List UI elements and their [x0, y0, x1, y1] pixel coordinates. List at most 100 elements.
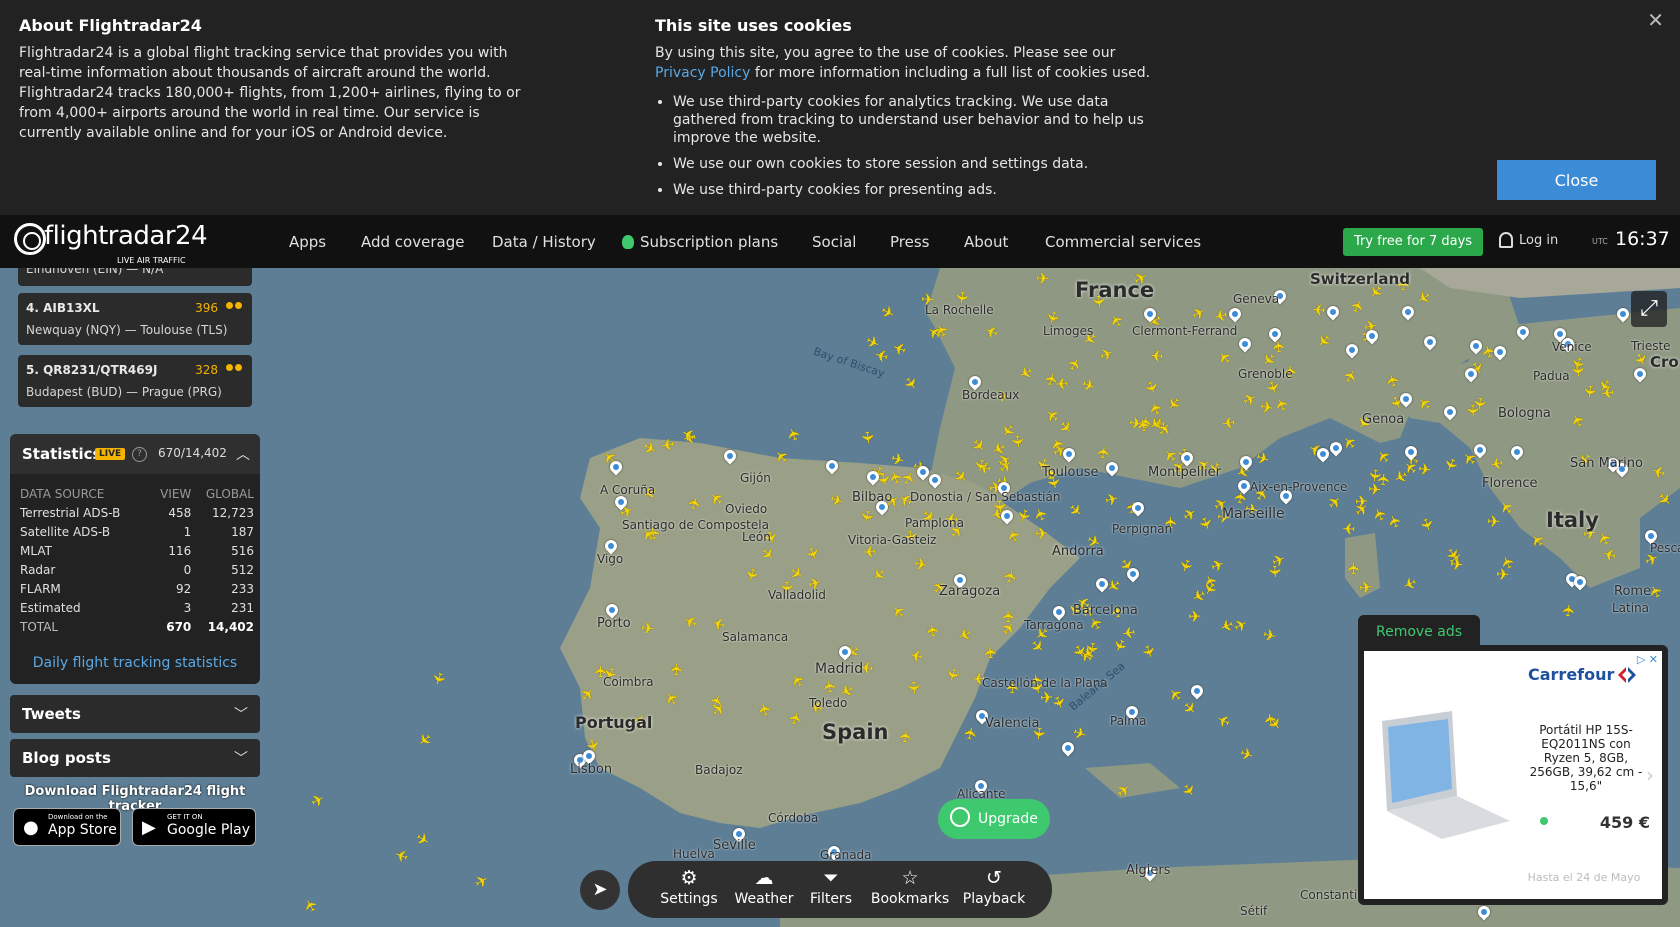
- airport-pin-dot: [1575, 577, 1585, 587]
- aircraft-icon[interactable]: ✈: [1221, 412, 1237, 432]
- aircraft-icon[interactable]: ✈: [1188, 607, 1202, 626]
- aircraft-icon[interactable]: ✈: [1568, 364, 1588, 379]
- privacy-policy-link[interactable]: Privacy Policy: [655, 65, 750, 81]
- weather-button[interactable]: ☁ Weather: [732, 867, 796, 913]
- aircraft-icon[interactable]: ✈: [1055, 374, 1069, 393]
- aircraft-icon[interactable]: ✈: [1487, 511, 1501, 530]
- logo[interactable]: flightradar24 LIVE AIR TRAFFIC: [14, 221, 208, 265]
- city-label: Rome: [1614, 584, 1652, 599]
- aircraft-icon[interactable]: ✈: [1034, 524, 1048, 544]
- aircraft-icon[interactable]: ✈: [667, 662, 686, 676]
- locate-me-button[interactable]: ➤: [580, 870, 620, 910]
- nav-social[interactable]: Social: [812, 233, 856, 251]
- aircraft-icon[interactable]: ✈: [922, 622, 943, 638]
- top-navbar: flightradar24 LIVE AIR TRAFFIC Apps Add …: [0, 215, 1680, 268]
- city-label: Pescara: [1650, 541, 1680, 555]
- aircraft-icon[interactable]: ✈: [904, 680, 924, 695]
- aircraft-icon[interactable]: ✈: [1354, 492, 1368, 512]
- city-label: Toulouse: [1042, 465, 1099, 480]
- aircraft-icon[interactable]: ✈: [1600, 382, 1616, 402]
- playback-button[interactable]: ↺ Playback: [958, 867, 1030, 913]
- aircraft-icon[interactable]: ✈: [981, 645, 1001, 660]
- aircraft-icon[interactable]: ✈: [820, 678, 841, 694]
- most-tracked-flight-card[interactable]: 5. QR8231/QTR469J 328 Budapest (BUD) — P…: [18, 355, 252, 407]
- try-free-button[interactable]: Try free for 7 days: [1343, 228, 1483, 256]
- aircraft-icon[interactable]: ✈: [1559, 603, 1579, 618]
- bottom-toolbar: ⚙ Settings ☁ Weather ⏷ Filters ☆ Bookmar…: [628, 861, 1052, 918]
- chevron-right-icon[interactable]: ›: [1646, 763, 1654, 787]
- aircraft-icon[interactable]: ✈: [1367, 480, 1382, 500]
- most-tracked-flight-card[interactable]: 4. AIB13XL 396 Newquay (NQY) — Toulouse …: [18, 293, 252, 345]
- airport-pin-dot: [1471, 341, 1481, 351]
- airport-pin-dot: [725, 451, 735, 461]
- aircraft-icon[interactable]: ✈: [1265, 564, 1285, 578]
- remove-ads-button[interactable]: Remove ads: [1358, 615, 1480, 649]
- user-icon: [1499, 232, 1513, 248]
- city-label: Tarragona: [1024, 618, 1084, 632]
- statistics-title: Statistics: [22, 445, 102, 463]
- close-icon[interactable]: ✕: [1647, 8, 1664, 32]
- nav-commercial-services[interactable]: Commercial services: [1045, 233, 1201, 251]
- table-row: MLAT 116 516: [20, 541, 254, 560]
- aircraft-icon[interactable]: ✈: [1358, 577, 1374, 597]
- airport-pin-dot: [1331, 443, 1341, 453]
- table-row: FLARM 92 233: [20, 579, 254, 598]
- airport-pin-dot: [1054, 607, 1064, 617]
- aircraft-icon[interactable]: ✈: [857, 430, 877, 446]
- chevron-down-icon: ﹀: [234, 707, 248, 723]
- airport-pin-dot: [930, 475, 940, 485]
- aircraft-icon[interactable]: ✈: [1268, 338, 1288, 353]
- ad-choices-icon[interactable]: ▷ ✕: [1637, 653, 1658, 666]
- aircraft-icon[interactable]: ✈: [1342, 518, 1356, 537]
- city-label: Oviedo: [725, 502, 768, 516]
- google-play-badge[interactable]: ▶ GET IT ON Google Play: [132, 808, 256, 846]
- airport-pin-dot: [1406, 447, 1416, 457]
- app-store-badge[interactable]: ● Download on the App Store: [13, 808, 121, 846]
- aircraft-icon[interactable]: ✈: [1093, 445, 1114, 461]
- close-button[interactable]: Close: [1497, 160, 1656, 200]
- nav-press[interactable]: Press: [890, 233, 929, 251]
- aircraft-icon[interactable]: ✈: [1149, 345, 1164, 365]
- fullscreen-button[interactable]: ⤢: [1631, 291, 1667, 327]
- ad-product-title: Portátil HP 15S-EQ2011NS con Ryzen 5, 8G…: [1529, 723, 1643, 793]
- statistics-header[interactable]: Statistics LIVE ? 670/14,402 ︿: [10, 434, 260, 474]
- aircraft-icon[interactable]: ✈: [1007, 433, 1027, 449]
- nav-data-history[interactable]: Data / History: [492, 233, 596, 251]
- aircraft-icon[interactable]: ✈: [1311, 299, 1326, 319]
- settings-button[interactable]: ⚙ Settings: [658, 867, 720, 913]
- city-label: Montpellier: [1148, 465, 1221, 480]
- flight-callsign: 4. AIB13XL: [26, 301, 100, 315]
- aircraft-icon[interactable]: ✈: [659, 434, 675, 455]
- chevron-up-icon[interactable]: ︿: [236, 444, 250, 464]
- aircraft-icon[interactable]: ✈: [1463, 404, 1482, 418]
- city-label: Seville: [713, 838, 756, 853]
- aircraft-icon[interactable]: ✈: [640, 618, 655, 638]
- tweets-panel[interactable]: Tweets ﹀: [10, 695, 260, 733]
- help-icon[interactable]: ?: [132, 447, 147, 462]
- city-label: Gijón: [740, 471, 771, 485]
- aircraft-icon[interactable]: ✈: [895, 729, 915, 745]
- gear-icon: ⚙: [680, 867, 698, 889]
- aircraft-icon[interactable]: ✈: [1579, 383, 1600, 399]
- city-label: San Marino: [1570, 456, 1643, 471]
- filters-label: Filters: [810, 891, 852, 907]
- blog-posts-panel[interactable]: Blog posts ﹀: [10, 739, 260, 777]
- city-label: Florence: [1482, 476, 1538, 491]
- daily-statistics-link[interactable]: Daily flight tracking statistics: [10, 655, 260, 671]
- star-icon: ☆: [901, 867, 919, 889]
- nav-subscription-plans[interactable]: Subscription plans: [622, 233, 778, 251]
- airport-pin-dot: [1403, 307, 1413, 317]
- nav-about[interactable]: About: [964, 233, 1008, 251]
- cloud-sun-icon: ☁: [754, 867, 774, 889]
- ad-content[interactable]: ▷ ✕ Carrefour Portátil HP 15S-EQ2011NS c…: [1364, 651, 1662, 899]
- aircraft-icon[interactable]: ✈: [1036, 269, 1050, 288]
- login-button[interactable]: Log in: [1499, 232, 1558, 248]
- filters-button[interactable]: ⏷ Filters: [806, 867, 856, 913]
- nav-add-coverage[interactable]: Add coverage: [361, 233, 464, 251]
- city-label: Bilbao: [852, 490, 893, 505]
- upgrade-button[interactable]: Upgrade: [938, 799, 1050, 839]
- settings-label: Settings: [660, 891, 718, 907]
- nav-apps[interactable]: Apps: [289, 233, 326, 251]
- bookmarks-button[interactable]: ☆ Bookmarks: [868, 867, 952, 913]
- aircraft-icon[interactable]: ✈: [1344, 562, 1363, 576]
